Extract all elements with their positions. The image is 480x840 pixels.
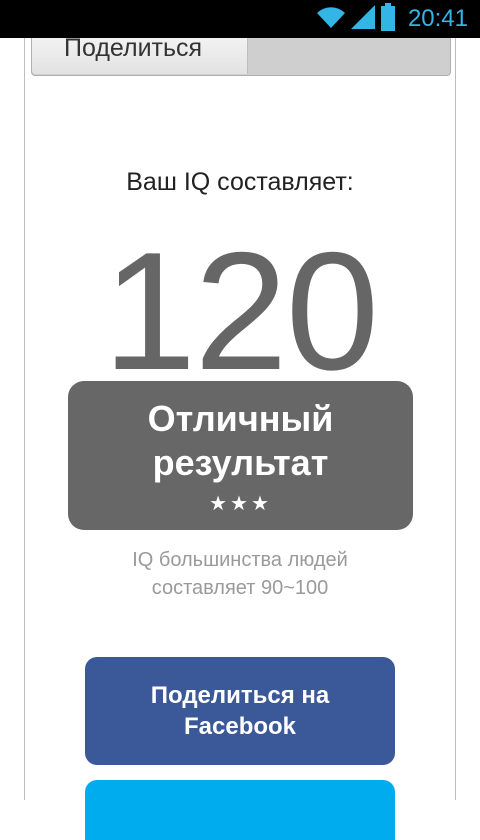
average-iq-note: IQ большинства людей составляет 90~100 [25, 546, 455, 602]
iq-score: 120 [102, 217, 379, 405]
share-facebook-line1: Поделиться на [150, 682, 330, 709]
battery-icon [380, 2, 396, 36]
status-time: 20:41 [407, 5, 468, 32]
status-bar: 20:41 [0, 0, 480, 38]
status-icons: 20:41 [316, 2, 468, 36]
result-title: Отличный результат [68, 397, 413, 485]
signal-icon [350, 4, 376, 35]
share-facebook-button[interactable]: Поделиться на Facebook [85, 657, 395, 765]
tab-strip: Поделиться [31, 38, 451, 76]
result-badge: Отличный результат ★★★ [68, 381, 413, 530]
result-title-line2: результат [152, 442, 329, 483]
share-twitter-button[interactable] [85, 780, 395, 840]
app-content: Поделиться Ваш IQ составляет: 120 Отличн… [24, 38, 456, 840]
average-iq-note-line1: IQ большинства людей [132, 549, 348, 571]
rating-stars: ★★★ [209, 493, 272, 515]
wifi-icon [316, 5, 346, 34]
iq-label: Ваш IQ составляет: [126, 168, 354, 196]
tab-share[interactable]: Поделиться [32, 38, 248, 74]
share-facebook-line2: Facebook [183, 713, 297, 740]
average-iq-note-line2: составляет 90~100 [151, 577, 329, 599]
result-title-line1: Отличный [147, 398, 334, 439]
